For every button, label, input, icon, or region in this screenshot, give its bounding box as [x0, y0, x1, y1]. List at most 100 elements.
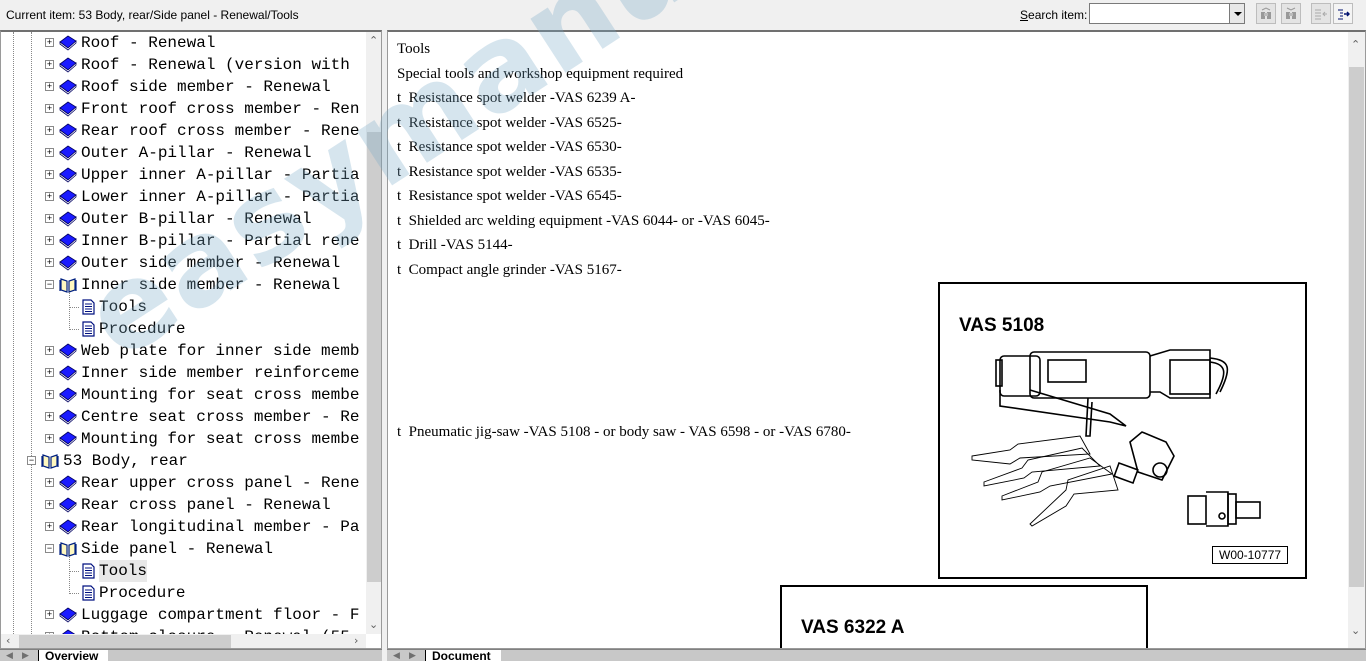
tree-item-label[interactable]: Rear longitudinal member - Pa [81, 516, 359, 538]
tree-horizontal-scrollbar[interactable]: ‹ › [1, 634, 366, 648]
tree-hscroll-thumb[interactable] [19, 635, 231, 648]
collapse-toggle-icon[interactable]: − [45, 280, 54, 289]
collapse-tree-button[interactable] [1311, 3, 1331, 24]
doc-list-item: t Compact angle grinder -VAS 5167- [397, 262, 622, 279]
expand-toggle-icon[interactable]: + [45, 500, 54, 509]
tree-connector-line [69, 593, 79, 594]
expand-toggle-icon[interactable]: + [45, 38, 54, 47]
tree-connector-line [69, 292, 70, 330]
expand-toggle-icon[interactable]: + [45, 522, 54, 531]
tree-scroll-thumb[interactable] [367, 132, 381, 582]
tree-vertical-scrollbar[interactable]: ⌃ ⌄ [366, 32, 381, 634]
expand-toggle-icon[interactable]: + [45, 82, 54, 91]
figure-title: VAS 6322 A [801, 617, 905, 638]
tree-item-label[interactable]: Bottom closure - Renewal (55 [81, 626, 350, 634]
tree-item-label-selected[interactable]: Tools [99, 560, 148, 582]
expand-toggle-icon[interactable]: + [45, 236, 54, 245]
expand-toggle-icon[interactable]: + [45, 192, 54, 201]
collapse-toggle-icon[interactable]: − [45, 544, 54, 553]
tree-item-label[interactable]: Outer B-pillar - Renewal [81, 208, 311, 230]
book-closed-icon [59, 211, 77, 227]
tree-item-label[interactable]: Rear cross panel - Renewal [81, 494, 331, 516]
book-open-icon [59, 541, 77, 557]
scroll-up-icon[interactable]: ⌃ [1351, 38, 1360, 51]
tree-item-label[interactable]: Tools [99, 296, 147, 318]
expand-toggle-icon[interactable]: + [45, 258, 54, 267]
expand-toggle-icon[interactable]: + [45, 104, 54, 113]
expand-toggle-icon[interactable]: + [45, 478, 54, 487]
doc-item-text: Drill -VAS 5144- [401, 237, 513, 253]
tree-item-label[interactable]: Centre seat cross member - Re [81, 406, 359, 428]
tree-item-label[interactable]: Lower inner A-pillar - Partia [81, 186, 359, 208]
document-page-icon [79, 299, 97, 315]
find-previous-button[interactable] [1256, 3, 1276, 24]
tab-document[interactable]: Document [425, 650, 501, 661]
expand-toggle-icon[interactable]: + [45, 346, 54, 355]
book-closed-icon [59, 189, 77, 205]
expand-toggle-icon[interactable]: + [45, 610, 54, 619]
search-label-accesskey: S [1020, 8, 1029, 22]
left-tab-bar: ◀ ▶ Overview [0, 649, 382, 661]
scroll-up-icon[interactable]: ⌃ [369, 34, 378, 47]
tab-prev-icon[interactable]: ◀ [6, 650, 13, 661]
tab-overview[interactable]: Overview [38, 650, 109, 661]
scroll-down-icon[interactable]: ⌄ [1351, 624, 1360, 637]
book-closed-icon [59, 35, 77, 51]
tree-item-label[interactable]: Roof side member - Renewal [81, 76, 331, 98]
top-bar: Current item: 53 Body, rear/Side panel -… [0, 0, 1366, 30]
expand-toggle-icon[interactable]: + [45, 390, 54, 399]
expand-toggle-icon[interactable]: + [45, 60, 54, 69]
tree-connector-line [69, 329, 79, 330]
tree-item-label[interactable]: Mounting for seat cross membe [81, 384, 359, 406]
tab-prev-icon[interactable]: ◀ [393, 650, 400, 661]
expand-toggle-icon[interactable]: + [45, 170, 54, 179]
scroll-right-icon[interactable]: › [354, 634, 358, 647]
sync-tree-button[interactable] [1333, 3, 1353, 24]
expand-toggle-icon[interactable]: + [45, 126, 54, 135]
search-dropdown-button[interactable] [1229, 3, 1245, 24]
tree-item-label[interactable]: Roof - Renewal (version with [81, 54, 350, 76]
tree-item-label[interactable]: Procedure [99, 582, 185, 604]
book-closed-icon [59, 365, 77, 381]
tree-item-label[interactable]: Inner B-pillar - Partial rene [81, 230, 359, 252]
expand-toggle-icon[interactable]: + [45, 434, 54, 443]
jigsaw-illustration [971, 349, 1261, 527]
document-page-icon [79, 321, 97, 337]
book-closed-icon [59, 167, 77, 183]
tab-next-icon[interactable]: ▶ [22, 650, 29, 661]
expand-toggle-icon[interactable]: + [45, 148, 54, 157]
tree-item-label[interactable]: Side panel - Renewal [81, 538, 273, 560]
expand-toggle-icon[interactable]: + [45, 368, 54, 377]
search-input[interactable] [1089, 3, 1229, 24]
tree-item-label[interactable]: 53 Body, rear [63, 450, 188, 472]
collapse-toggle-icon[interactable]: − [27, 456, 36, 465]
tree-item-label[interactable]: Outer side member - Renewal [81, 252, 340, 274]
document-vertical-scrollbar[interactable]: ⌃ ⌄ [1348, 32, 1365, 648]
expand-toggle-icon[interactable]: + [45, 412, 54, 421]
doc-item-text: Resistance spot welder -VAS 6239 A- [401, 90, 636, 106]
document-scroll-thumb[interactable] [1349, 67, 1364, 587]
doc-item-text: Resistance spot welder -VAS 6535- [401, 163, 622, 180]
bullet-marker: t [397, 424, 402, 440]
scroll-down-icon[interactable]: ⌄ [369, 618, 378, 631]
tree-item-label[interactable]: Luggage compartment floor - F [81, 604, 359, 626]
tree-connector-line [69, 556, 70, 594]
tree-item-label[interactable]: Upper inner A-pillar - Partia [81, 164, 359, 186]
tree-item-label[interactable]: Rear roof cross member - Rene [81, 120, 359, 142]
tree-item-label[interactable]: Mounting for seat cross membe [81, 428, 359, 450]
tree-item-label[interactable]: Inner side member reinforceme [81, 362, 359, 384]
tree-item-label[interactable]: Roof - Renewal [81, 32, 215, 54]
tree-item-label[interactable]: Rear upper cross panel - Rene [81, 472, 359, 494]
tree-item-label[interactable]: Front roof cross member - Ren [81, 98, 359, 120]
tab-next-icon[interactable]: ▶ [409, 650, 416, 661]
tree-item-label[interactable]: Outer A-pillar - Renewal [81, 142, 311, 164]
tree-item-label[interactable]: Web plate for inner side memb [81, 340, 359, 362]
tree-item-label[interactable]: Inner side member - Renewal [81, 274, 340, 296]
tree-item-label[interactable]: Procedure [99, 318, 185, 340]
tree-connector-line [69, 571, 79, 572]
expand-toggle-icon[interactable]: + [45, 214, 54, 223]
scroll-left-icon[interactable]: ‹ [6, 634, 10, 647]
book-closed-icon [59, 475, 77, 491]
search-label-text: earch item: [1028, 8, 1088, 22]
find-next-button[interactable] [1281, 3, 1301, 24]
